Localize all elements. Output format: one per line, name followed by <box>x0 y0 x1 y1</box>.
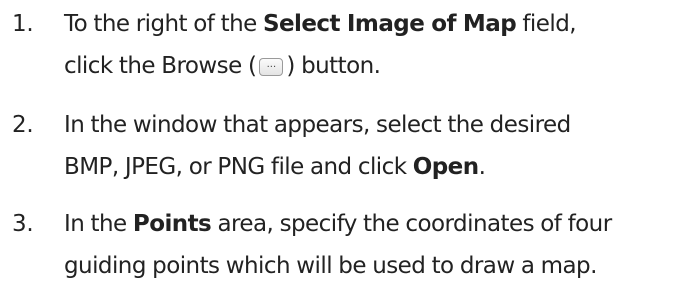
text-segment: BMP, JPEG, or PNG file and click <box>64 154 413 180</box>
step-line: In the Points area, specify the coordina… <box>64 203 664 245</box>
text-segment: . <box>478 154 486 180</box>
step-number: 1. <box>12 11 34 37</box>
text-segment: To the right of the <box>64 11 263 37</box>
ellipsis-glyph: ... <box>266 59 277 70</box>
text-segment: In the <box>64 211 133 237</box>
text-segment: area, specify the coordinates of four <box>211 211 612 237</box>
step-text: In the Points area, specify the coordina… <box>64 203 664 287</box>
step-line: guiding points which will be used to dra… <box>64 253 597 279</box>
field-name: Select Image of Map <box>262 11 517 37</box>
area-name: Points <box>132 211 212 237</box>
step-number: 2. <box>12 112 34 138</box>
step-line: BMP, JPEG, or PNG file and click Open. <box>64 146 664 188</box>
text-segment: field, <box>516 11 577 37</box>
text-segment: ) button. <box>286 53 381 79</box>
instruction-steps: 1. To the right of the Select Image of M… <box>0 0 673 280</box>
ellipsis-button-icon: ... <box>259 58 284 76</box>
button-name: Open <box>412 154 479 180</box>
step-text: In the window that appears, select the d… <box>64 104 664 188</box>
step-line: To the right of the Select Image of Map … <box>64 3 664 45</box>
text-segment: click the Browse ( <box>64 53 257 79</box>
step-number: 3. <box>12 211 34 237</box>
step-line: click the Browse (... ) button. <box>64 45 664 87</box>
step-text: To the right of the Select Image of Map … <box>64 3 664 87</box>
step-line: In the window that appears, select the d… <box>64 112 571 138</box>
